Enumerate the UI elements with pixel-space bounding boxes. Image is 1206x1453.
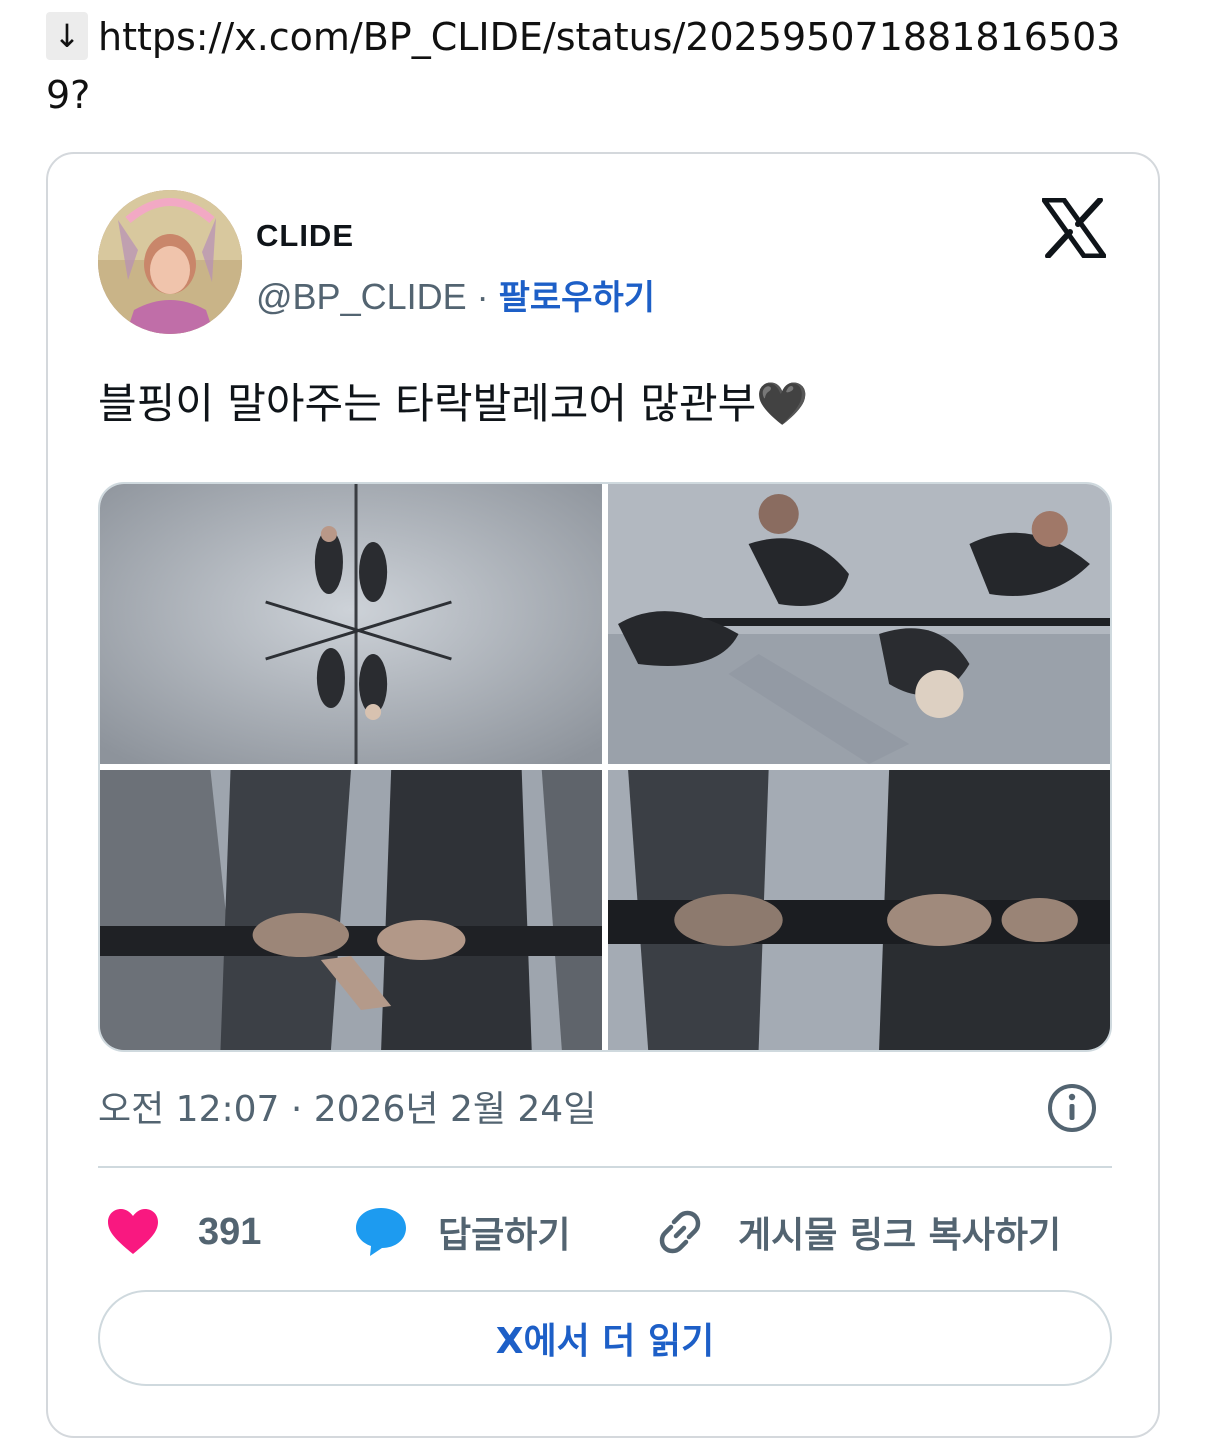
tweet-text: 블핑이 말아주는 타락발레코어 많관부🖤	[98, 372, 809, 436]
black-heart-emoji: 🖤	[756, 379, 809, 428]
divider	[98, 1166, 1112, 1168]
copy-link-label: 게시물 링크 복사하기	[738, 1215, 1062, 1256]
tweet-timestamp[interactable]: 오전 12:07 · 2026년 2월 24일	[98, 1080, 596, 1132]
link-icon	[659, 1210, 701, 1254]
like-count: 391	[198, 1210, 262, 1253]
handle[interactable]: @BP_CLIDE	[256, 276, 467, 317]
media-photo-2[interactable]	[608, 484, 1110, 764]
source-url-line: ↓ https://x.com/BP_CLIDE/status/202595071…	[46, 8, 1166, 124]
heart-icon	[108, 1209, 158, 1254]
tweet-text-body: 블핑이 말아주는 타락발레코어 많관부	[98, 379, 757, 428]
tweet-actions: 391 답글하기 게시물 링크 복사하기	[98, 1202, 1112, 1262]
x-logo-icon[interactable]	[1042, 198, 1106, 258]
avatar-photo	[98, 190, 242, 334]
speech-bubble-icon	[356, 1208, 406, 1256]
handle-line: @BP_CLIDE · 팔로우하기	[256, 270, 655, 319]
media-grid	[98, 482, 1112, 1052]
read-more-label: X에서 더 읽기	[495, 1321, 715, 1362]
read-more-on-x-button[interactable]: X에서 더 읽기	[98, 1290, 1112, 1386]
tweet-embed-card: CLIDE @BP_CLIDE · 팔로우하기 블핑이 말아주는 타락발레코어 …	[46, 152, 1160, 1438]
media-photo-1[interactable]	[100, 484, 602, 764]
copy-link-action[interactable]: 게시물 링크 복사하기	[654, 1202, 1061, 1262]
info-icon[interactable]	[1046, 1082, 1098, 1134]
media-photo-3[interactable]	[100, 770, 602, 1050]
reply-action[interactable]: 답글하기	[354, 1202, 570, 1262]
display-name[interactable]: CLIDE	[256, 218, 354, 254]
reply-label: 답글하기	[438, 1215, 571, 1256]
separator-dot: ·	[466, 276, 499, 317]
avatar[interactable]	[98, 190, 242, 334]
media-photo-4[interactable]	[608, 770, 1110, 1050]
source-url-text[interactable]: https://x.com/BP_CLIDE/status/2025950718…	[46, 15, 1120, 117]
download-arrow-icon: ↓	[46, 11, 88, 60]
follow-link[interactable]: 팔로우하기	[499, 278, 655, 318]
like-action[interactable]: 391	[106, 1202, 261, 1262]
